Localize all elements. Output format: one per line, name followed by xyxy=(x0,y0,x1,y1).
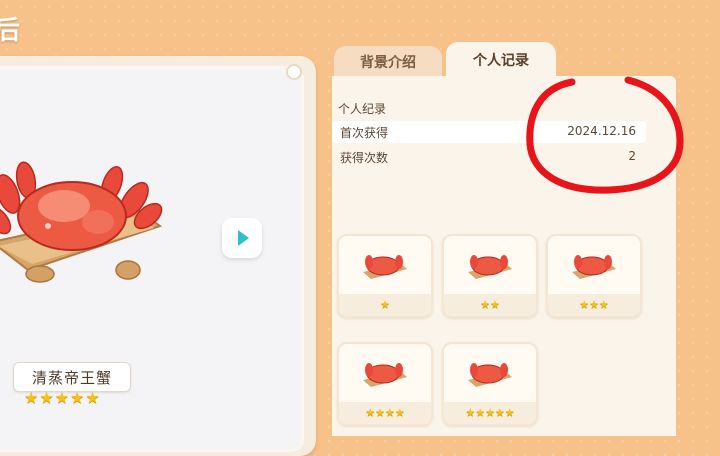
tier-stars: ★★★★★ xyxy=(444,402,536,424)
tab-personal-record[interactable]: 个人记录 xyxy=(446,42,556,78)
dish-star-rating: ★★★★★ xyxy=(24,388,101,407)
record-label: 首次获得 xyxy=(340,126,389,140)
king-crab-dish-icon xyxy=(363,363,407,387)
tier-card-5-star[interactable]: ★★★★★ xyxy=(442,342,538,426)
king-crab-dish-icon xyxy=(468,255,512,279)
tier-stars: ★★ xyxy=(444,294,536,316)
tier-stars: ★ xyxy=(339,294,431,316)
tier-card-1-star[interactable]: ★ xyxy=(337,234,433,318)
frame-corner-ornament xyxy=(286,64,302,80)
king-crab-dish-icon xyxy=(363,255,407,279)
play-icon xyxy=(238,230,249,246)
king-crab-dish-icon xyxy=(468,363,512,387)
tier-stars: ★★★ xyxy=(548,294,640,316)
tier-card-3-star[interactable]: ★★★ xyxy=(546,234,642,318)
page-title: 后 xyxy=(0,16,21,46)
king-crab-dish-icon xyxy=(572,255,616,279)
tier-card-2-star[interactable]: ★★ xyxy=(442,234,538,318)
tab-background-intro[interactable]: 背景介绍 xyxy=(334,46,442,78)
play-button[interactable] xyxy=(222,218,262,258)
red-annotation-circle xyxy=(526,76,684,194)
record-section-title: 个人纪录 xyxy=(338,102,387,116)
king-crab-dish-icon xyxy=(0,161,163,283)
tier-stars: ★★★★ xyxy=(339,402,431,424)
tier-card-4-star[interactable]: ★★★★ xyxy=(337,342,433,426)
record-label: 获得次数 xyxy=(340,151,389,165)
